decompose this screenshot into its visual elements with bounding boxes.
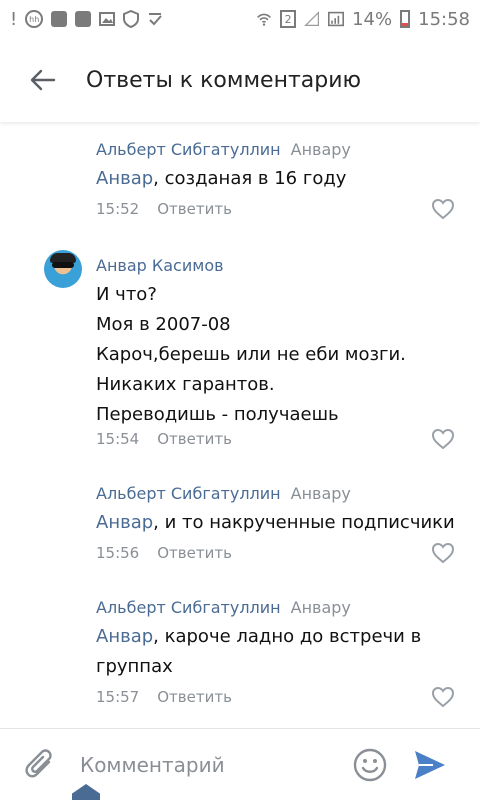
clock: 15:58 xyxy=(418,8,470,30)
comment-author[interactable]: Альберт Сибгатуллин xyxy=(96,140,281,159)
reply-to: Анвару xyxy=(290,484,351,503)
sim-badge: 2 xyxy=(280,10,297,28)
heart-icon xyxy=(431,542,455,564)
reply-button[interactable]: Ответить xyxy=(157,544,232,562)
mention-link[interactable]: Анвар xyxy=(96,626,153,647)
reply-to: Анвару xyxy=(290,140,351,159)
hh-icon: hh xyxy=(25,10,44,28)
reply-button[interactable]: Ответить xyxy=(157,200,232,218)
comment-meta: Альберт Сибгатуллин Анвару xyxy=(96,484,351,503)
comment-body: , созданая в 16 году xyxy=(153,168,347,189)
mention-link[interactable]: Анвар xyxy=(96,168,153,189)
wifi-icon xyxy=(256,11,272,27)
like-button[interactable] xyxy=(430,427,456,451)
signal-icon xyxy=(304,11,320,27)
comment-list[interactable]: Альберт Сибгатуллин Анвару Анвар, создана… xyxy=(0,124,480,722)
like-button[interactable] xyxy=(430,685,456,709)
send-icon xyxy=(415,750,445,779)
heart-icon xyxy=(431,686,455,708)
battery-icon xyxy=(400,10,411,28)
heart-icon xyxy=(431,198,455,220)
comment-text: Анвар, кароче ладно до встречи в группах xyxy=(96,622,436,682)
reply-button[interactable]: Ответить xyxy=(157,430,232,448)
comment-time: 15:57 xyxy=(96,688,140,706)
mention-link[interactable]: Анвар xyxy=(96,512,153,533)
comment-footer: 15:54 Ответить xyxy=(96,430,232,448)
like-button[interactable] xyxy=(430,197,456,221)
reply-button[interactable]: Ответить xyxy=(157,688,232,706)
comment-meta: Анвар Касимов xyxy=(96,256,224,275)
comment-line: Кароч,берешь или не еби мозги. xyxy=(96,344,406,365)
heart-icon xyxy=(431,428,455,450)
comment-input[interactable] xyxy=(80,744,340,785)
signal-icon xyxy=(328,11,345,27)
status-left: ! hh xyxy=(10,9,163,30)
comment-footer: 15:52 Ответить xyxy=(96,200,232,218)
comment-time: 15:56 xyxy=(96,544,140,562)
comment-item: Анвар Касимов И что? Моя в 2007-08 Кароч… xyxy=(0,234,480,474)
app-header: Ответы к комментарию xyxy=(0,38,480,122)
comment-time: 15:54 xyxy=(96,430,140,448)
comment-line: Переводишь - получаешь xyxy=(96,404,339,425)
paperclip-icon xyxy=(25,748,52,777)
emoji-button[interactable] xyxy=(350,745,390,785)
comment-line: Моя в 2007-08 xyxy=(96,314,231,335)
comment-meta: Альберт Сибгатуллин Анвару xyxy=(96,598,351,617)
youtube-icon xyxy=(75,11,92,27)
status-right: 2 14% 15:58 xyxy=(256,9,470,30)
arrow-left-icon xyxy=(30,69,56,91)
comment-text: Анвар, и то накрученные подписчики xyxy=(96,508,456,538)
comment-composer xyxy=(0,728,480,800)
check-icon xyxy=(147,11,163,27)
like-button[interactable] xyxy=(430,541,456,565)
comment-footer: 15:56 Ответить xyxy=(96,544,232,562)
comment-author[interactable]: Анвар Касимов xyxy=(96,256,224,275)
battery-percent: 14% xyxy=(352,8,393,30)
alert-icon: ! xyxy=(10,8,18,30)
comment-text: И что? Моя в 2007-08 Кароч,берешь или не… xyxy=(96,280,456,430)
comment-author[interactable]: Альберт Сибгатуллин xyxy=(96,598,281,617)
comment-body: , и то накрученные подписчики xyxy=(153,512,455,533)
status-bar: ! hh 2 14% 15:58 xyxy=(0,0,480,38)
comment-author[interactable]: Альберт Сибгатуллин xyxy=(96,484,281,503)
comment-item: Альберт Сибгатуллин Анвару Анвар, и то на… xyxy=(0,474,480,590)
avatar[interactable] xyxy=(44,250,82,288)
comment-line: Никаких гарантов. xyxy=(96,374,275,395)
youtube-icon xyxy=(51,11,68,27)
shield-icon xyxy=(123,10,140,28)
send-button[interactable] xyxy=(400,735,460,795)
comment-item: Альберт Сибгатуллин Анвару Анвар, создана… xyxy=(0,124,480,234)
image-icon xyxy=(99,11,116,27)
comment-meta: Альберт Сибгатуллин Анвару xyxy=(96,140,351,159)
reply-to: Анвару xyxy=(290,598,351,617)
comment-time: 15:52 xyxy=(96,200,140,218)
attach-button[interactable] xyxy=(0,729,80,800)
comment-line: И что? xyxy=(96,284,157,305)
smiley-icon xyxy=(353,748,387,781)
comment-text: Анвар, созданая в 16 году xyxy=(96,164,456,194)
comment-item: Альберт Сибгатуллин Анвару Анвар, кароче … xyxy=(0,590,480,722)
comment-footer: 15:57 Ответить xyxy=(96,688,232,706)
page-title: Ответы к комментарию xyxy=(86,67,362,93)
back-button[interactable] xyxy=(0,38,86,122)
